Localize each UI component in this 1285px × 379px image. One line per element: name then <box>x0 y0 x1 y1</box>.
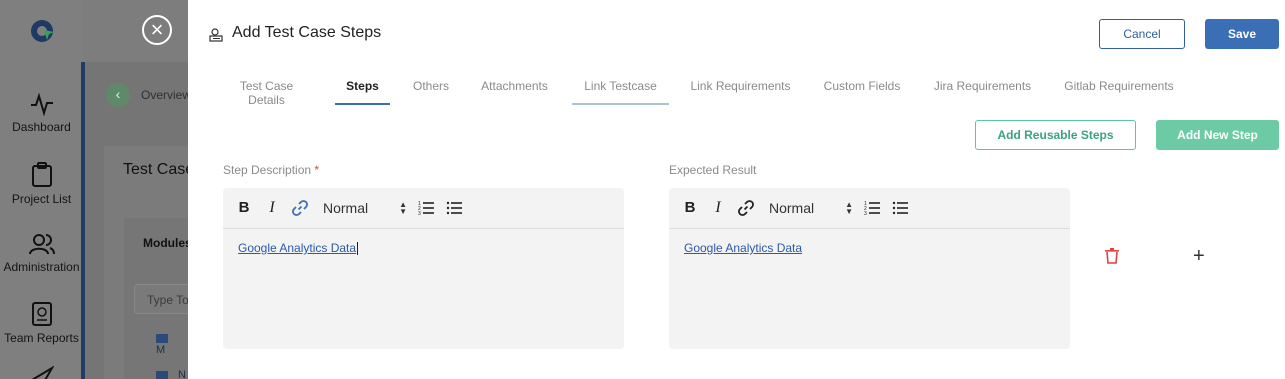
activity-icon <box>30 92 53 116</box>
format-select-value: Normal <box>323 200 369 216</box>
bold-icon[interactable]: B <box>681 199 699 217</box>
page-title: Test Case <box>123 161 195 178</box>
select-arrows-icon: ▲ ▼ <box>845 200 853 216</box>
sidebar-item-dashboard[interactable]: Dashboard <box>0 92 83 134</box>
folder-label: M <box>156 344 166 356</box>
svg-text:3: 3 <box>864 211 867 217</box>
back-button[interactable]: ‹ <box>106 83 130 107</box>
bullet-list-icon[interactable] <box>446 199 464 217</box>
bullet-list-icon[interactable] <box>892 199 910 217</box>
report-icon <box>31 302 52 326</box>
italic-icon[interactable]: I <box>263 199 281 217</box>
sidebar-item-label: Administration <box>3 260 80 274</box>
tab-link-testcase[interactable]: Link Testcase <box>572 70 669 105</box>
trash-icon[interactable] <box>1105 248 1119 264</box>
cancel-button[interactable]: Cancel <box>1099 19 1185 49</box>
sidebar: Dashboard Project List Administration Te… <box>0 0 83 379</box>
select-arrows-icon: ▲ ▼ <box>399 200 407 216</box>
add-test-case-steps-modal: Add Test Case Steps Cancel Save Test Cas… <box>188 0 1285 379</box>
link-icon[interactable] <box>737 199 755 217</box>
sidebar-item-label: Dashboard <box>12 120 71 134</box>
step-description-link[interactable]: Google Analytics Data <box>238 241 356 255</box>
format-select[interactable]: Normal ▲ ▼ <box>769 200 855 218</box>
close-icon: × <box>150 17 164 42</box>
editor-toolbar: B I Normal ▲ ▼ 123 <box>223 188 624 229</box>
editor-toolbar: B I Normal ▲ ▼ 123 <box>669 188 1070 229</box>
modal-title: Add Test Case Steps <box>232 24 382 41</box>
module-folder[interactable]: M <box>156 332 186 356</box>
folder-icon <box>156 370 168 379</box>
sidebar-item-project-list[interactable]: Project List <box>0 162 83 206</box>
step-description-label-text: Step Description <box>223 163 312 177</box>
module-search-placeholder: Type To <box>147 293 189 307</box>
app-logo-icon <box>31 20 54 42</box>
folder-label: N <box>178 369 186 379</box>
add-reusable-steps-button[interactable]: Add Reusable Steps <box>975 120 1136 150</box>
bold-icon[interactable]: B <box>235 199 253 217</box>
tab-custom-fields[interactable]: Custom Fields <box>822 70 902 105</box>
sidebar-item-label: Team Reports <box>4 331 79 345</box>
format-select-value: Normal <box>769 200 815 216</box>
save-button[interactable]: Save <box>1205 19 1279 49</box>
ordered-list-icon[interactable]: 123 <box>864 199 882 217</box>
modules-heading: Modules <box>143 236 192 250</box>
tab-jira-requirements[interactable]: Jira Requirements <box>932 70 1033 105</box>
add-new-step-button[interactable]: Add New Step <box>1156 120 1279 150</box>
step-description-label: Step Description * <box>223 163 319 177</box>
expected-result-link[interactable]: Google Analytics Data <box>684 241 802 255</box>
users-icon <box>28 234 55 255</box>
folder-icon <box>156 333 168 343</box>
clipboard-icon <box>31 162 52 187</box>
tab-attachments[interactable]: Attachments <box>479 70 550 105</box>
tab-link-requirements[interactable]: Link Requirements <box>689 70 792 105</box>
module-folder[interactable]: N <box>156 369 186 379</box>
send-icon <box>31 366 54 379</box>
breadcrumb[interactable]: Overview <box>141 88 191 102</box>
sidebar-item-team-reports[interactable]: Team Reports <box>0 301 83 345</box>
expected-result-content[interactable]: Google Analytics Data <box>684 241 802 255</box>
italic-icon[interactable]: I <box>709 199 727 217</box>
expected-result-label: Expected Result <box>669 163 757 177</box>
sidebar-item-more[interactable] <box>0 366 83 379</box>
tab-others[interactable]: Others <box>410 70 452 105</box>
expected-result-editor: B I Normal ▲ ▼ 123 Google Analytics Data <box>669 188 1070 349</box>
step-description-content[interactable]: Google Analytics Data <box>238 241 359 256</box>
required-mark: * <box>314 163 320 177</box>
link-icon[interactable] <box>291 199 309 217</box>
tab-gitlab-requirements[interactable]: Gitlab Requirements <box>1063 70 1175 105</box>
steps-icon <box>209 28 223 42</box>
tab-test-case-details[interactable]: Test Case Details <box>220 70 313 107</box>
close-modal-button[interactable]: × <box>142 15 172 45</box>
svg-text:3: 3 <box>418 211 421 217</box>
modal-tabs: Test Case Details Steps Others Attachmen… <box>208 70 1268 107</box>
sidebar-item-label: Project List <box>11 192 72 206</box>
step-description-editor: B I Normal ▲ ▼ 123 Google Analytics Data <box>223 188 624 349</box>
tab-steps[interactable]: Steps <box>335 70 390 105</box>
sidebar-item-administration[interactable]: Administration <box>0 232 83 274</box>
ordered-list-icon[interactable]: 123 <box>418 199 436 217</box>
text-cursor <box>357 242 359 256</box>
add-step-plus-icon[interactable]: + <box>1193 246 1205 266</box>
format-select[interactable]: Normal ▲ ▼ <box>323 200 409 218</box>
